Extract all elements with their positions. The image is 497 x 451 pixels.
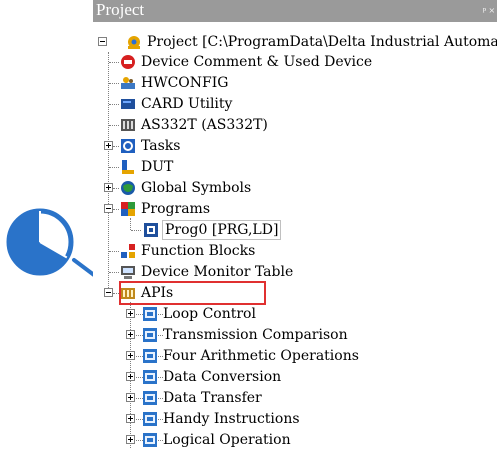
collapse-toggle[interactable] (98, 37, 107, 46)
api-item-label: Handy Instructions (163, 411, 300, 427)
api-item-icon (143, 349, 157, 363)
panel-titlebar: Project ᵖ × (93, 0, 497, 22)
device-comment-icon (120, 54, 136, 70)
tree-item-label: AS332T (AS332T) (141, 117, 268, 133)
api-item-label: Four Arithmetic Operations (163, 348, 359, 364)
tree-item-label: Function Blocks (141, 243, 256, 259)
apis-highlight-box (119, 281, 266, 305)
card-utility-icon (120, 96, 136, 112)
api-list-item[interactable]: Transmission Comparison (93, 325, 497, 345)
pin-close-icon[interactable]: ᵖ × (483, 0, 495, 22)
api-item-label: Logical Operation (163, 432, 291, 448)
expand-toggle[interactable] (104, 141, 113, 150)
tree-item-hwconfig[interactable]: HWCONFIG (93, 73, 497, 93)
api-item-label: Data Conversion (163, 369, 282, 385)
tree-item-device-monitor[interactable]: Device Monitor Table (93, 262, 497, 282)
panel-title: Project (96, 0, 145, 19)
api-item-label: Loop Control (163, 306, 256, 322)
api-list-item[interactable]: Data Conversion (93, 367, 497, 387)
expand-toggle[interactable] (126, 393, 135, 402)
tree-item-label: Tasks (141, 138, 181, 154)
api-item-icon (143, 412, 157, 426)
tree-item-device-comment[interactable]: Device Comment & Used Device (93, 52, 497, 72)
expand-toggle[interactable] (126, 330, 135, 339)
tree-item-label: Programs (141, 201, 211, 217)
api-item-label: Transmission Comparison (163, 327, 348, 343)
project-icon (126, 34, 142, 50)
api-list-item[interactable]: Handy Instructions (93, 409, 497, 429)
api-item-label: Data Transfer (163, 390, 262, 406)
tree-item-global-symbols[interactable]: Global Symbols (93, 178, 497, 198)
api-item-icon (143, 391, 157, 405)
tree-item-dut[interactable]: DUT (93, 157, 497, 177)
tree-item-label: DUT (141, 159, 174, 175)
api-item-icon (143, 328, 157, 342)
tree-item-programs[interactable]: Programs (93, 199, 497, 219)
tree-item-tasks[interactable]: Tasks (93, 136, 497, 156)
hwconfig-icon (120, 75, 136, 91)
api-item-icon (143, 307, 157, 321)
function-blocks-icon (120, 243, 136, 259)
api-list-item[interactable]: Data Transfer (93, 388, 497, 408)
api-item-icon (143, 370, 157, 384)
tree-item-function-blocks[interactable]: Function Blocks (93, 241, 497, 261)
expand-toggle[interactable] (126, 435, 135, 444)
tasks-icon (120, 138, 136, 154)
expand-toggle[interactable] (126, 309, 135, 318)
api-list-item[interactable]: Logical Operation (93, 430, 497, 450)
global-symbols-icon (120, 180, 136, 196)
api-list-item[interactable]: Loop Control (93, 304, 497, 324)
tree-item-label: Device Monitor Table (141, 264, 294, 280)
expand-toggle[interactable] (126, 414, 135, 423)
collapse-toggle[interactable] (104, 288, 113, 297)
expand-toggle[interactable] (104, 183, 113, 192)
tree-item-label: CARD Utility (141, 96, 233, 112)
programs-icon (120, 201, 136, 217)
dut-icon (120, 159, 136, 175)
tree-item-label: Prog0 [PRG,LD] (162, 220, 282, 240)
plc-icon (120, 117, 136, 133)
collapse-toggle[interactable] (104, 204, 113, 213)
program-icon (143, 222, 159, 238)
tree-root[interactable]: Project [C:\ProgramData\Delta Industrial… (93, 32, 497, 52)
pie-icon (6, 208, 74, 276)
tree-item-label: HWCONFIG (141, 75, 229, 91)
expand-toggle[interactable] (126, 351, 135, 360)
tree-root-label: Project [C:\ProgramData\Delta Industrial… (147, 34, 497, 50)
tree-item-as332t[interactable]: AS332T (AS332T) (93, 115, 497, 135)
tree-item-label: Global Symbols (141, 180, 252, 196)
device-monitor-icon (120, 264, 136, 280)
tree-item-label: Device Comment & Used Device (141, 54, 373, 70)
tree-item-prog0[interactable]: Prog0 [PRG,LD] (93, 220, 497, 240)
api-item-icon (143, 433, 157, 447)
expand-toggle[interactable] (126, 372, 135, 381)
api-list-item[interactable]: Four Arithmetic Operations (93, 346, 497, 366)
tree-item-card-utility[interactable]: CARD Utility (93, 94, 497, 114)
project-panel: Project ᵖ × Project [C:\ProgramData\Delt… (93, 0, 497, 451)
